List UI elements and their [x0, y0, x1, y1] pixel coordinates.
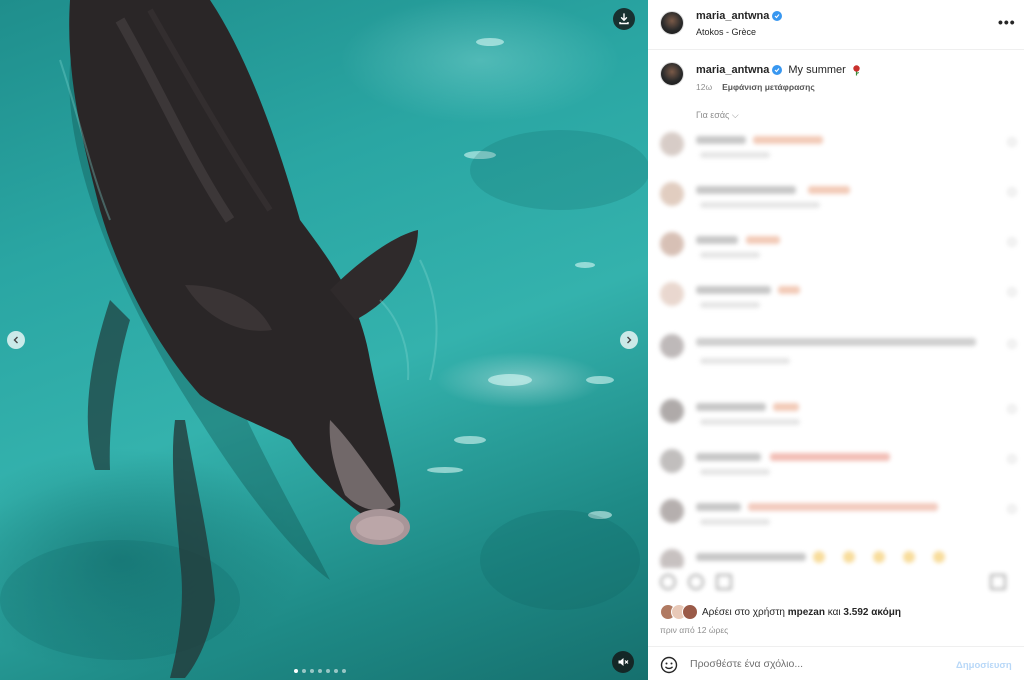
- verified-badge-icon: [772, 65, 783, 75]
- avatar[interactable]: [660, 11, 684, 35]
- bookmark-icon[interactable]: [990, 574, 1006, 590]
- comments-list: [648, 118, 1024, 568]
- slide-indicator: [294, 669, 346, 673]
- slide-dot: [342, 669, 346, 673]
- post-timestamp[interactable]: πριν από 12 ώρες: [660, 625, 728, 635]
- likes-prefix: Αρέσει στο χρήστη: [702, 606, 785, 618]
- mute-button[interactable]: [612, 651, 634, 673]
- mute-icon: [618, 658, 629, 666]
- liker-username[interactable]: mpezan: [788, 607, 825, 618]
- post-sidebar: maria_antwna Atokos - Grèce ••• maria_an…: [648, 0, 1024, 680]
- list-item: [648, 493, 1024, 533]
- caption-avatar[interactable]: [660, 62, 684, 86]
- post-media[interactable]: [0, 0, 648, 680]
- post-author-username[interactable]: maria_antwna: [696, 10, 769, 22]
- slide-dot: [294, 669, 298, 673]
- rose-emoji-icon: [853, 64, 860, 75]
- slide-dot: [310, 669, 314, 673]
- comment-input[interactable]: [690, 654, 950, 674]
- comment-bar: Δημοσίευση: [648, 646, 1024, 680]
- caption-text: My summer: [788, 64, 846, 76]
- download-button[interactable]: [613, 8, 635, 30]
- next-slide-button[interactable]: [620, 331, 638, 349]
- post-caption: maria_antwna My summer: [696, 64, 861, 76]
- likes-count-button[interactable]: 3.592 ακόμη: [843, 607, 901, 618]
- previous-slide-button[interactable]: [7, 331, 25, 349]
- likes-middle: και: [827, 606, 841, 618]
- see-translation-button[interactable]: Εμφάνιση μετάφρασης: [722, 82, 815, 92]
- list-item: [648, 443, 1024, 483]
- list-item: [648, 126, 1024, 166]
- slide-dot: [318, 669, 322, 673]
- list-item: [648, 176, 1024, 216]
- caption-meta: 12ω Εμφάνιση μετάφρασης: [696, 82, 815, 92]
- liker-avatars: [660, 604, 698, 620]
- verified-badge-icon: [772, 11, 783, 21]
- more-options-button[interactable]: •••: [998, 14, 1016, 30]
- caption-username[interactable]: maria_antwna: [696, 64, 769, 76]
- slide-dot: [302, 669, 306, 673]
- post-location[interactable]: Atokos - Grèce: [696, 27, 756, 37]
- chevron-left-icon: [13, 336, 18, 344]
- list-item: [648, 393, 1024, 433]
- chevron-right-icon: [627, 336, 632, 344]
- download-icon: [619, 13, 629, 25]
- emoji-icon[interactable]: [660, 656, 678, 674]
- pig-swimming-image: [0, 0, 648, 678]
- comment-icon[interactable]: [688, 574, 704, 590]
- post-header: maria_antwna Atokos - Grèce •••: [648, 0, 1024, 50]
- list-item: [648, 226, 1024, 266]
- likes-summary: Αρέσει στο χρήστη mpezan και 3.592 ακόμη: [660, 604, 901, 620]
- share-icon[interactable]: [716, 574, 732, 590]
- slide-dot: [334, 669, 338, 673]
- post-age: 12ω: [696, 82, 713, 92]
- list-item: [648, 543, 1024, 568]
- publish-button[interactable]: Δημοσίευση: [956, 660, 1012, 671]
- list-item: [648, 328, 1024, 383]
- list-item: [648, 276, 1024, 316]
- heart-icon[interactable]: [660, 574, 676, 590]
- post-actions[interactable]: [660, 572, 1012, 592]
- slide-dot: [326, 669, 330, 673]
